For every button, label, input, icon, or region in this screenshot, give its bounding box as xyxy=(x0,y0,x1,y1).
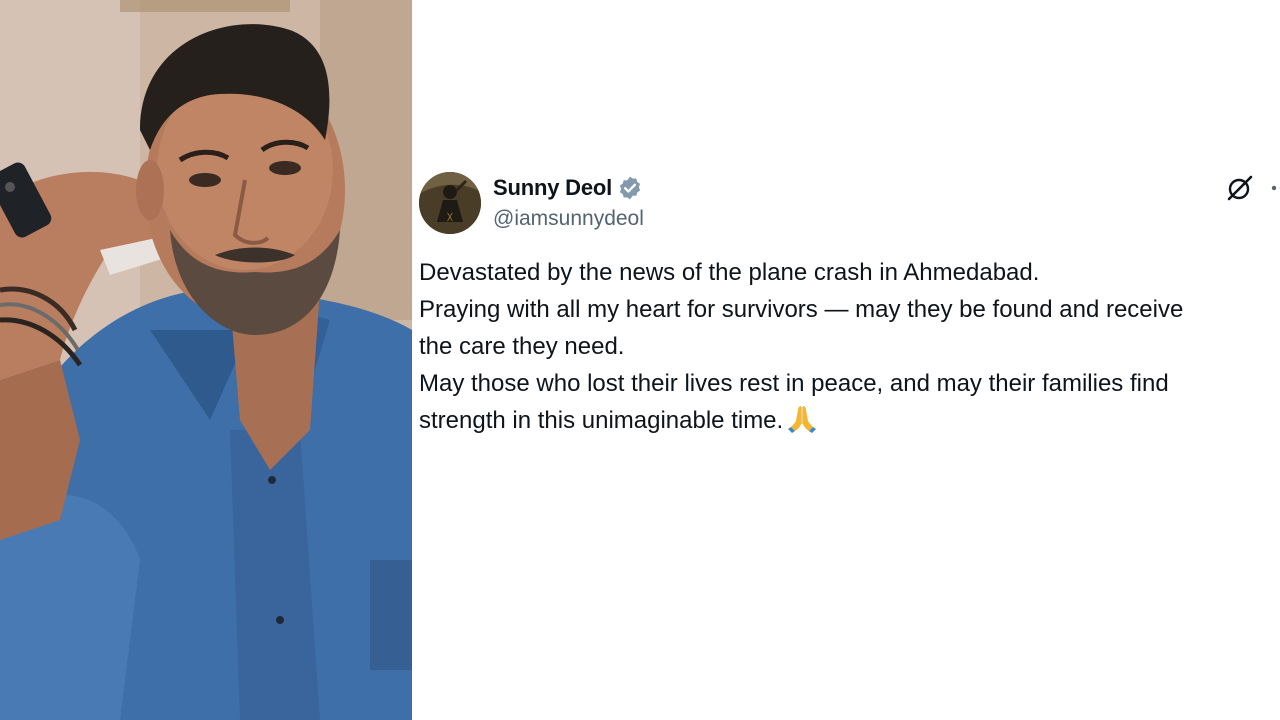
tweet-line: strength in this unimaginable time. xyxy=(419,407,784,434)
more-dots-icon xyxy=(1271,185,1280,191)
tweet-header: ᚷ Sunny Deol @iamsunnydeol xyxy=(419,172,644,234)
avatar-image-icon: ᚷ xyxy=(419,172,481,234)
folded-hands-icon xyxy=(788,406,817,433)
tweet-card: ᚷ Sunny Deol @iamsunnydeol Devastated by… xyxy=(412,0,1280,720)
screenshot-frame: ᚷ Sunny Deol @iamsunnydeol Devastated by… xyxy=(0,0,1280,720)
tweet-line-last: strength in this unimaginable time. 🙏 xyxy=(419,402,1280,439)
tweet-line: Devastated by the news of the plane cras… xyxy=(419,259,1040,286)
svg-text:ᚷ: ᚷ xyxy=(446,212,453,223)
author-handle[interactable]: @iamsunnydeol xyxy=(493,207,644,231)
tweet-line: the care they need. xyxy=(419,333,625,360)
avatar[interactable]: ᚷ xyxy=(419,172,481,234)
author-display-name[interactable]: Sunny Deol xyxy=(493,175,612,201)
verified-badge-icon xyxy=(619,176,641,200)
display-name-row: Sunny Deol xyxy=(493,175,644,201)
author-names: Sunny Deol @iamsunnydeol xyxy=(493,175,644,231)
tweet-text: Devastated by the news of the plane cras… xyxy=(419,254,1280,439)
tweet-line: Praying with all my heart for survivors … xyxy=(419,296,1184,323)
more-options-icon[interactable] xyxy=(1270,178,1280,198)
folded-hands-emoji-icon: 🙏 xyxy=(787,403,817,433)
grok-icon[interactable] xyxy=(1226,174,1254,202)
portrait-photo xyxy=(0,0,412,720)
person-portrait-illustration xyxy=(0,0,412,720)
tweet-line: May those who lost their lives rest in p… xyxy=(419,370,1169,397)
